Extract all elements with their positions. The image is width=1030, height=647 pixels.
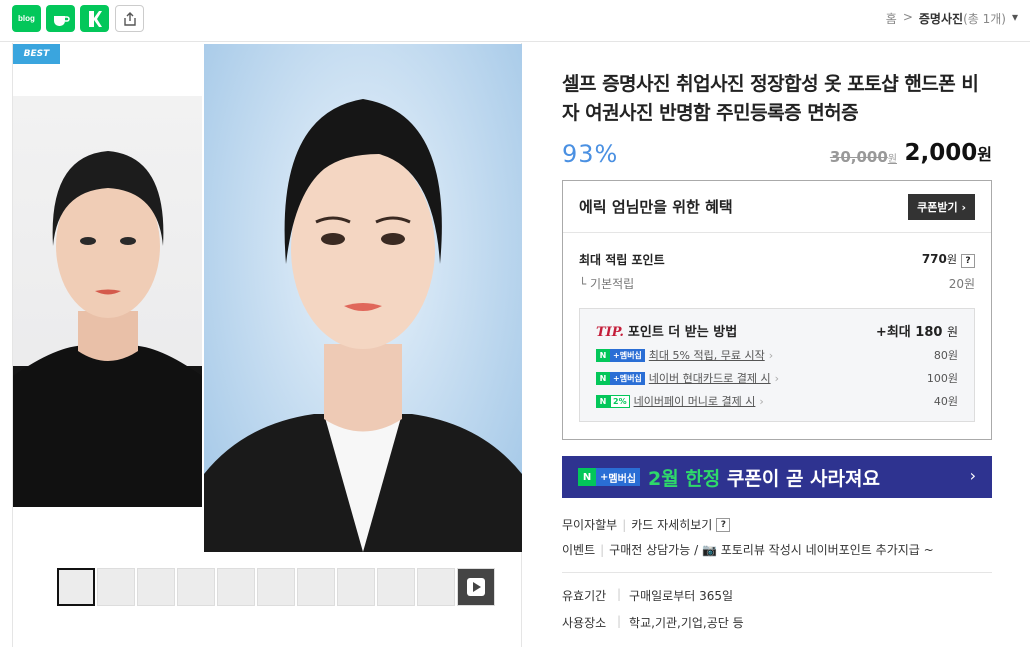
tip-item[interactable]: N + 멤버십 최대 5% 적립, 무료 시작 › 80원 [596,347,958,363]
tip-item-value: 80원 [933,349,958,362]
thumbnail[interactable] [257,568,295,606]
share-toolbar: blog 홈 > 증명사진(총 1개) ▾ [0,0,1030,42]
cafe-share-icon[interactable] [46,5,75,32]
thumbnail[interactable] [137,568,175,606]
tip-item-value: 40원 [933,395,958,408]
blog-icon-label: blog [18,14,35,23]
breadcrumb-current[interactable]: 증명사진(총 1개) [919,10,1006,27]
naver-membership-badge: N + 멤버십 [578,468,640,486]
validity-row: 유효기간 | 구매일로부터 365일 [562,587,734,603]
breadcrumb-home[interactable]: 홈 [886,10,897,27]
thumbnail[interactable] [177,568,215,606]
product-gallery: BEST [12,43,522,647]
place-label: 사용장소 [562,616,607,630]
tip-item-value: 100원 [926,372,958,385]
event-label: 이벤트 [562,543,596,557]
tip-heading: 포인트 더 받는 방법 [627,325,738,340]
product-photo-before [13,96,202,507]
thumbnail[interactable] [417,568,455,606]
naver-pay-badge: N 2% [596,394,630,408]
video-thumbnail[interactable] [457,568,495,606]
kakaostory-share-icon[interactable] [80,5,109,32]
max-points-label: 최대 적립 포인트 [579,253,665,267]
naver-membership-badge: N + 멤버십 [596,371,645,385]
benefit-box: 에릭 엄님만을 위한 혜택 쿠폰받기 › 최대 적립 포인트 770원? └ 기… [562,180,992,440]
event-text: 구매전 상담가능 / 📷 포토리뷰 작성시 네이버포인트 추가지급 ~ [609,543,934,557]
tip-item[interactable]: N 2% 네이버페이 머니로 결제 시 › 40원 [596,393,958,409]
divider [562,572,992,573]
breadcrumb: 홈 > 증명사진(총 1개) ▾ [886,10,1018,27]
thumbnail[interactable] [337,568,375,606]
banner-text: 쿠폰이 곧 사라져요 [720,467,880,490]
original-price: 30,000원 [829,148,897,166]
installment-row: 무이자할부 | 카드 자세히보기? [562,516,992,533]
product-photo-after [204,44,522,552]
tip-box: TIP. 포인트 더 받는 방법 +최대 180 원 N + 멤버십 최대 5% 적립… [579,308,975,422]
naver-membership-badge: N + 멤버십 [596,348,645,362]
thumbnail-strip [57,568,495,606]
event-row: 이벤트 | 구매전 상담가능 / 📷 포토리뷰 작성시 네이버포인트 추가지급 ~ [562,542,934,558]
product-info: 셀프 증명사진 취업사진 정장합성 옷 포토샵 핸드폰 비자 여권사진 반명함 … [562,70,992,641]
thumbnail[interactable] [377,568,415,606]
thumbnail[interactable] [97,568,135,606]
thumbnail[interactable] [217,568,255,606]
price-row: 93% 30,000원 2,000원 [562,138,992,178]
best-badge: BEST [13,44,60,64]
discount-rate: 93% [562,140,619,168]
help-icon[interactable]: ? [961,254,975,268]
chevron-down-icon[interactable]: ▾ [1012,10,1018,27]
installment-label: 무이자할부 [562,518,618,532]
thumbnail[interactable] [297,568,335,606]
max-points-value: 770 [921,252,947,266]
product-title: 셀프 증명사진 취업사진 정장합성 옷 포토샵 핸드폰 비자 여권사진 반명함 … [562,73,979,124]
base-points-label: 기본적립 [590,277,635,291]
chevron-right-icon: › [969,466,976,485]
base-points-value: 20원 [948,277,975,291]
tip-mark: TIP. [596,325,624,340]
breadcrumb-separator: > [902,10,913,24]
coupon-banner[interactable]: N + 멤버십 2월 한정 쿠폰이 곧 사라져요 › [562,456,992,498]
share-icon[interactable] [115,5,144,32]
place-row: 사용장소 | 학교,기관,기업,공단 등 [562,614,744,630]
validity-value: 구매일로부터 365일 [629,589,734,603]
coupon-button[interactable]: 쿠폰받기 › [908,193,975,220]
card-details-link[interactable]: 카드 자세히보기 [631,516,712,533]
play-icon [467,578,485,596]
help-icon[interactable]: ? [716,517,731,532]
validity-label: 유효기간 [562,589,607,603]
thumbnail[interactable] [57,568,95,606]
place-value: 학교,기관,기업,공단 등 [629,616,744,630]
benefit-heading: 에릭 엄님만을 위한 혜택 [579,198,733,216]
max-points-row: 최대 적립 포인트 770원? [563,251,991,268]
tip-item[interactable]: N + 멤버십 네이버 현대카드로 결제 시 › 100원 [596,370,958,386]
banner-highlight: 2월 한정 [648,467,721,490]
blog-share-icon[interactable]: blog [12,5,41,32]
sale-price: 2,000원 [904,140,993,166]
base-points-row: └ 기본적립 20원 [579,277,975,291]
tip-max: +최대 180 원 [875,325,958,340]
